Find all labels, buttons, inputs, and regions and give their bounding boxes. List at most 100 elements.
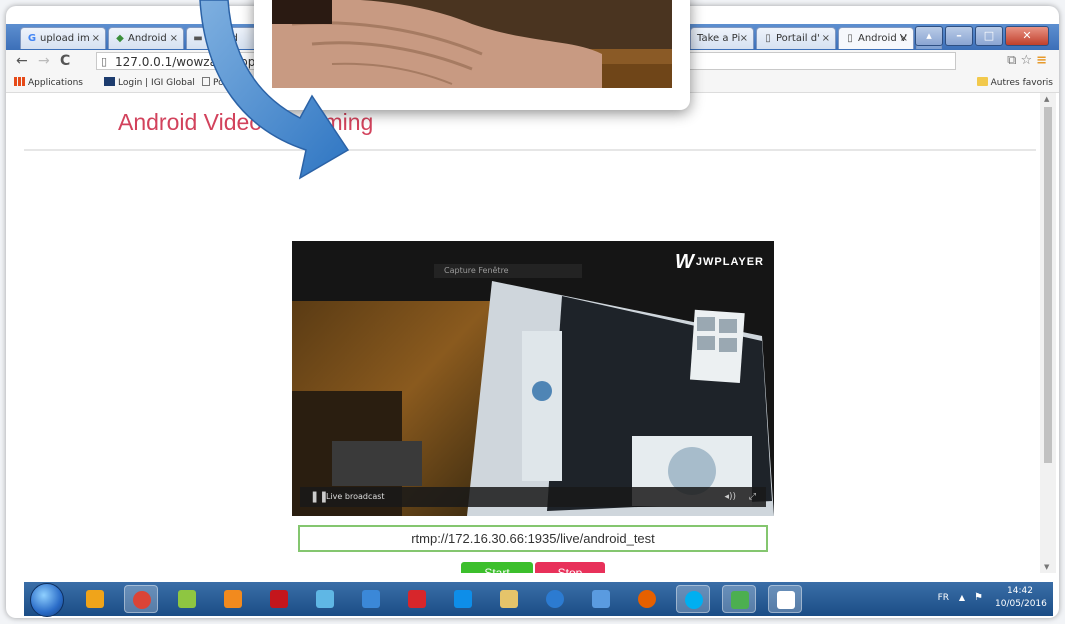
clock[interactable]: 14:42 10/05/2016: [995, 585, 1047, 611]
language-indicator[interactable]: FR: [938, 593, 949, 603]
taskbar-app-button[interactable]: [400, 585, 434, 613]
taskbar-app-button[interactable]: [492, 585, 526, 613]
taskbar-app-button[interactable]: [216, 585, 250, 613]
google-icon: G: [27, 33, 37, 44]
teamviewer-icon: [454, 590, 472, 608]
hand-photo: [272, 0, 672, 88]
clock-date: 10/05/2016: [995, 599, 1047, 609]
user-icon[interactable]: ▴: [915, 26, 943, 46]
start-button[interactable]: [30, 583, 64, 617]
scroll-thumb[interactable]: [1044, 107, 1052, 463]
tray-expand-icon[interactable]: ▲: [959, 593, 965, 602]
tab-upload[interactable]: Gupload im ×: [20, 27, 106, 49]
acrobat-icon: [270, 590, 288, 608]
fullscreen-icon[interactable]: ⤢: [749, 487, 756, 507]
star-icon[interactable]: ☆: [1020, 53, 1036, 68]
firefox-icon: [638, 590, 656, 608]
box-icon: [224, 590, 242, 608]
taskbar-app-button[interactable]: [170, 585, 204, 613]
outlook-icon: [86, 590, 104, 608]
chrome-icon: [133, 591, 151, 609]
overlay-photo-card: [254, 0, 690, 110]
taskbar-app-button[interactable]: [308, 585, 342, 613]
back-arrow-icon[interactable]: ←: [16, 53, 28, 69]
window-controls: ▴ – □ ✕: [915, 26, 1049, 46]
windows-taskbar: FR ▲ ⚑ 14:42 10/05/2016: [24, 582, 1053, 617]
capture-overlay-label: Capture Fenêtre: [434, 264, 582, 278]
taskbar-app-button[interactable]: [78, 585, 112, 613]
start-button[interactable]: Start: [461, 562, 533, 573]
toolbar-right: ⧉☆≡: [1007, 53, 1051, 68]
stop-button[interactable]: Stop: [535, 562, 605, 573]
tab-close-icon[interactable]: ×: [900, 28, 908, 49]
url-text-partial: app: [232, 55, 256, 69]
menu-icon[interactable]: ≡: [1036, 53, 1051, 68]
video-frame: [292, 241, 774, 516]
flag-icon[interactable]: ⚑: [974, 592, 983, 603]
taskbar-app-button[interactable]: [538, 585, 572, 613]
page-icon: ▬: [193, 33, 203, 44]
people-icon: [316, 590, 334, 608]
stream-url-field[interactable]: rtmp://172.16.30.66:1935/live/android_te…: [298, 525, 768, 552]
pinwheel-icon: [178, 590, 196, 608]
reload-icon[interactable]: C: [60, 53, 70, 69]
volume-icon[interactable]: ◂)): [724, 487, 736, 507]
close-button[interactable]: ✕: [1005, 26, 1049, 46]
bookmark-other-favorites[interactable]: Autres favoris: [976, 74, 1053, 92]
page-title: Android Video Streaming: [118, 109, 374, 135]
tab-take-a-pic[interactable]: Take a Pi ×: [690, 27, 754, 49]
page-icon: [202, 77, 210, 86]
tab-close-icon[interactable]: ×: [170, 28, 178, 49]
page-content: Android Video Streaming Capture Fenêtre …: [6, 93, 1040, 573]
tab-close-icon[interactable]: ×: [740, 28, 748, 49]
taskbar-app-button[interactable]: [722, 585, 756, 613]
url-text: 127.0.0.1/wowza_w: [115, 55, 233, 69]
taskbar-app-button[interactable]: [584, 585, 618, 613]
jwplayer-logo: WJWPLAYER: [675, 251, 764, 273]
taskbar-app-button[interactable]: [124, 585, 158, 613]
hand-photo-image: [272, 0, 672, 88]
tab-close-icon[interactable]: ×: [92, 28, 100, 49]
page-icon: ▯: [101, 55, 108, 68]
scroll-up-arrow-icon[interactable]: ▲: [1044, 95, 1049, 103]
title-divider: [24, 149, 1036, 151]
media-icon: [362, 590, 380, 608]
window-icon: [777, 591, 795, 609]
jwplayer-mark-icon: W: [675, 251, 695, 273]
translate-icon[interactable]: ⧉: [1007, 53, 1020, 68]
bookmark-applications[interactable]: Applications: [14, 74, 83, 92]
apps-grid-icon: [14, 77, 25, 86]
tab-android-video-active[interactable]: ▯ Android V ×: [838, 27, 914, 49]
navigator-icon: [546, 590, 564, 608]
image-viewer-icon: [592, 590, 610, 608]
taskbar-app-button[interactable]: [262, 585, 296, 613]
tab-android-2[interactable]: ▬ ndroid: [186, 27, 258, 49]
igi-icon: [104, 77, 115, 86]
taskbar-app-button[interactable]: [630, 585, 664, 613]
pdf-icon: [408, 590, 426, 608]
clock-time: 14:42: [1007, 586, 1033, 596]
bookmark-po[interactable]: Po: [202, 74, 224, 92]
page-icon: ▯: [765, 33, 771, 44]
page-scrollbar[interactable]: ▲ ▼: [1040, 93, 1056, 573]
json-editor-icon: [731, 591, 749, 609]
scroll-down-arrow-icon[interactable]: ▼: [1044, 563, 1049, 571]
live-broadcast-label: Live broadcast: [326, 492, 385, 501]
taskbar-app-button[interactable]: [354, 585, 388, 613]
video-control-bar: ❚❚ Live broadcast ◂)) ⤢: [300, 487, 766, 507]
taskbar-app-button[interactable]: [768, 585, 802, 613]
tab-android-1[interactable]: ◆ Android ×: [108, 27, 184, 49]
forward-arrow-icon[interactable]: →: [38, 53, 50, 69]
page-icon: ▯: [847, 33, 853, 44]
folder-icon: [976, 77, 988, 86]
skype-icon: [685, 591, 703, 609]
taskbar-app-button[interactable]: [446, 585, 480, 613]
tab-portail[interactable]: ▯ Portail d' ×: [756, 27, 836, 49]
file-explorer-icon: [500, 590, 518, 608]
bookmark-igi-global[interactable]: Login | IGI Global: [104, 74, 195, 92]
minimize-button[interactable]: –: [945, 26, 973, 46]
maximize-button[interactable]: □: [975, 26, 1003, 46]
taskbar-app-button[interactable]: [676, 585, 710, 613]
tab-close-icon[interactable]: ×: [822, 28, 830, 49]
video-player[interactable]: Capture Fenêtre WJWPLAYER ❚❚ Live broadc…: [292, 241, 774, 516]
